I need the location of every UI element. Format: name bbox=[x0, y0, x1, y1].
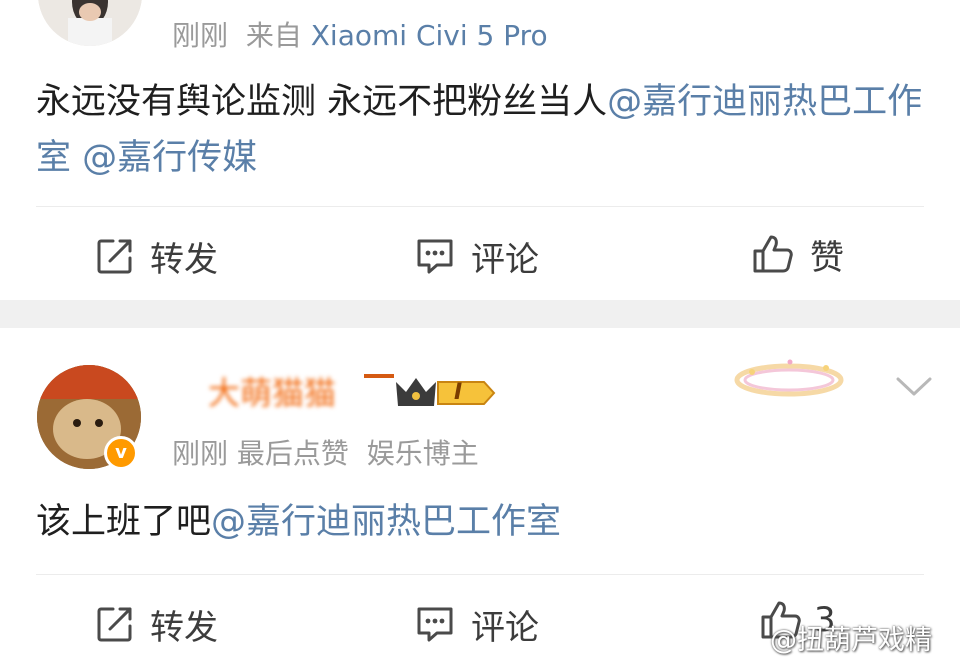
post-text: 永远没有舆论监测 永远不把粉丝当人@嘉行迪丽热巴工作室 @嘉行传媒 bbox=[36, 74, 936, 186]
repost-button[interactable]: 转发 bbox=[96, 602, 218, 648]
last-like-text: 最后点赞 bbox=[236, 437, 349, 470]
thumbs-up-icon bbox=[753, 235, 793, 273]
chevron-down-icon[interactable] bbox=[894, 374, 934, 400]
divider bbox=[36, 574, 924, 575]
post-card: v 大萌猫猫 I 刚刚 最后点赞 娱乐博主 该上班了吧@嘉行迪丽热巴工作室 转发 bbox=[0, 328, 960, 661]
post-body: 该上班了吧 bbox=[36, 502, 212, 542]
repost-label: 转发 bbox=[150, 239, 218, 280]
like-label: 赞 bbox=[810, 237, 844, 278]
post-text: 该上班了吧@嘉行迪丽热巴工作室 bbox=[36, 494, 561, 550]
like-button[interactable]: 赞 bbox=[752, 232, 844, 278]
repost-icon bbox=[97, 239, 132, 274]
source-device[interactable]: Xiaomi Civi 5 Pro bbox=[311, 19, 548, 52]
post-card: 刚刚 来自 Xiaomi Civi 5 Pro 永远没有舆论监测 永远不把粉丝当… bbox=[0, 0, 960, 300]
post-meta: 刚刚 来自 Xiaomi Civi 5 Pro bbox=[172, 14, 548, 54]
verified-badge-icon: v bbox=[104, 436, 138, 470]
divider bbox=[36, 206, 924, 207]
user-category: 娱乐博主 bbox=[366, 437, 479, 470]
comment-label: 评论 bbox=[471, 239, 539, 280]
username-dash bbox=[364, 374, 394, 378]
comment-label: 评论 bbox=[471, 607, 539, 648]
mention-link[interactable]: @嘉行迪丽热巴工作室 bbox=[211, 502, 561, 542]
post-time: 刚刚 bbox=[172, 437, 229, 470]
decoration-ring-icon bbox=[734, 359, 844, 397]
repost-button[interactable]: 转发 bbox=[96, 234, 218, 280]
source-prefix: 来自 bbox=[245, 19, 302, 52]
avatar-image bbox=[38, 0, 142, 46]
feed-separator bbox=[0, 300, 960, 328]
comment-button[interactable]: 评论 bbox=[415, 602, 539, 648]
post-time: 刚刚 bbox=[172, 19, 229, 52]
repost-icon bbox=[97, 607, 132, 642]
member-level-text: I bbox=[454, 380, 463, 405]
repost-label: 转发 bbox=[150, 607, 218, 648]
comment-icon bbox=[417, 239, 453, 274]
crown-icon bbox=[396, 378, 436, 406]
post-body: 永远没有舆论监测 永远不把粉丝当人 bbox=[36, 82, 608, 122]
member-level-badge[interactable]: I bbox=[436, 378, 496, 408]
username[interactable]: 大萌猫猫 bbox=[208, 368, 336, 414]
comment-button[interactable]: 评论 bbox=[415, 234, 539, 280]
watermark-text: @扭葫芦戏精 bbox=[770, 625, 932, 656]
comment-icon bbox=[417, 607, 453, 642]
post-meta: 刚刚 最后点赞 娱乐博主 bbox=[172, 432, 479, 472]
avatar[interactable] bbox=[38, 0, 142, 46]
mention-link[interactable]: @嘉行传媒 bbox=[82, 138, 257, 178]
